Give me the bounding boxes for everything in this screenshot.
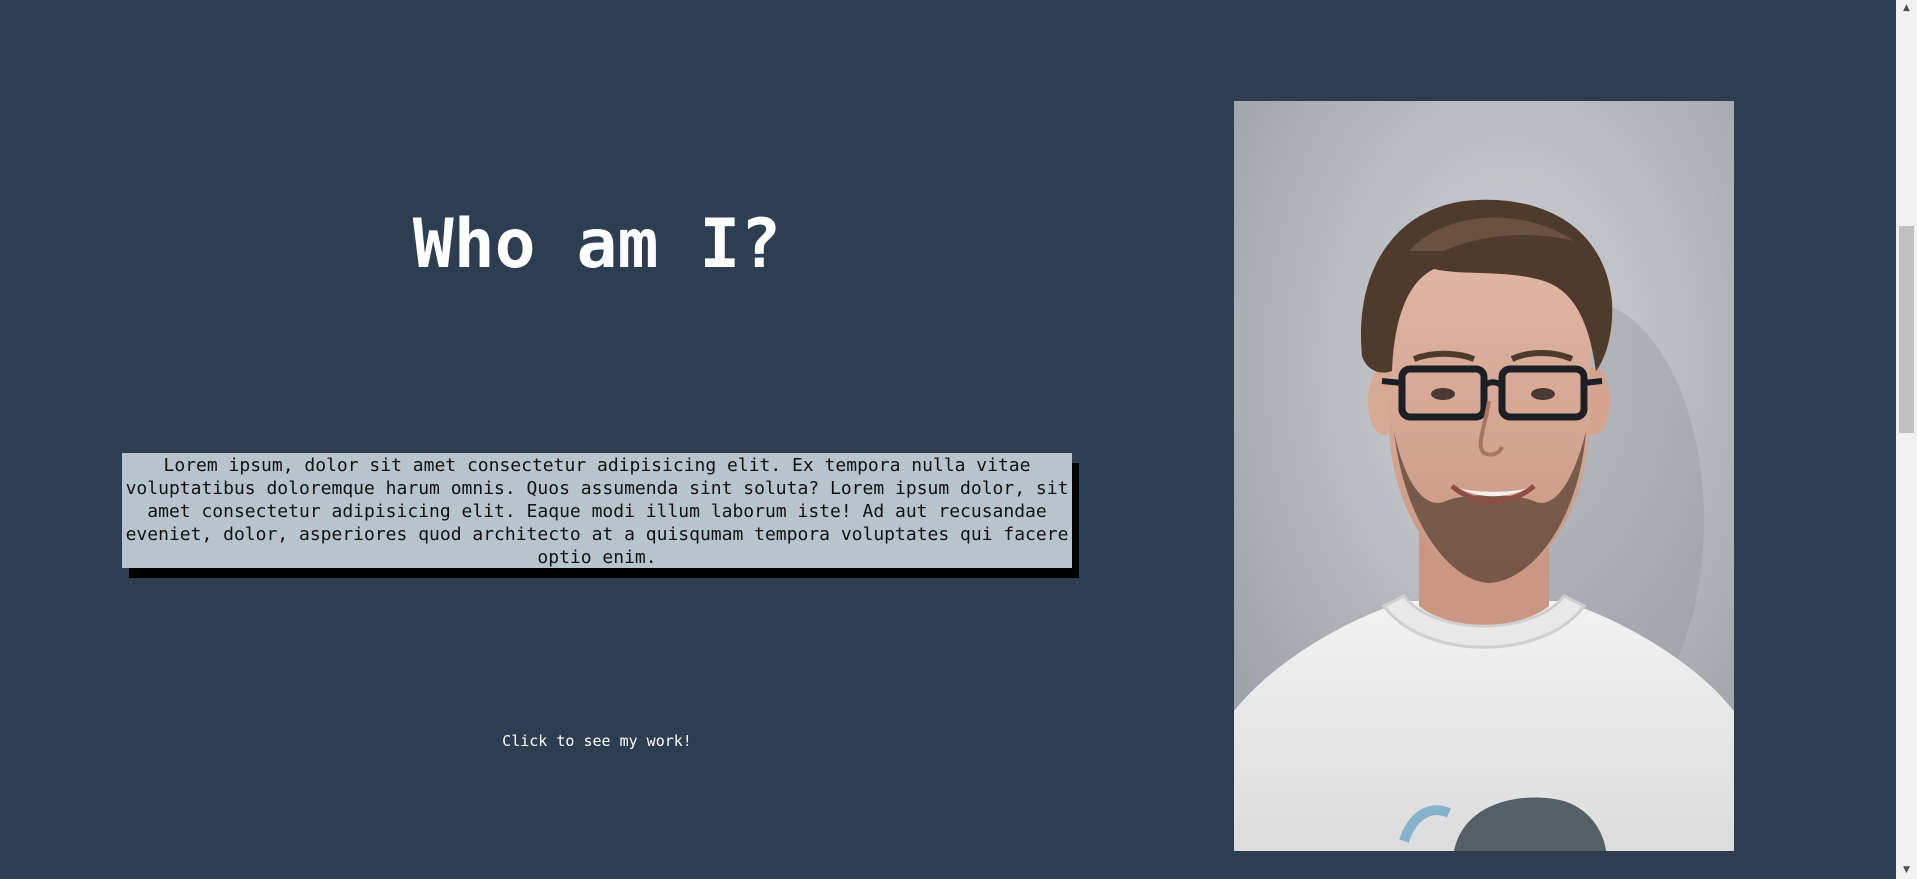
vertical-scrollbar[interactable]: ▲ ▼ [1896, 0, 1917, 879]
bio-text-box: Lorem ipsum, dolor sit amet consectetur … [122, 453, 1072, 568]
page: Who am I? Lorem ipsum, dolor sit amet co… [0, 0, 1917, 879]
portrait-illustration [1234, 101, 1734, 851]
scroll-up-icon[interactable]: ▲ [1896, 0, 1917, 17]
page-title: Who am I? [412, 205, 782, 284]
see-my-work-link[interactable]: Click to see my work! [122, 730, 1072, 752]
profile-photo [1234, 101, 1734, 851]
scroll-down-icon[interactable]: ▼ [1896, 862, 1917, 879]
scrollbar-thumb[interactable] [1899, 226, 1914, 433]
